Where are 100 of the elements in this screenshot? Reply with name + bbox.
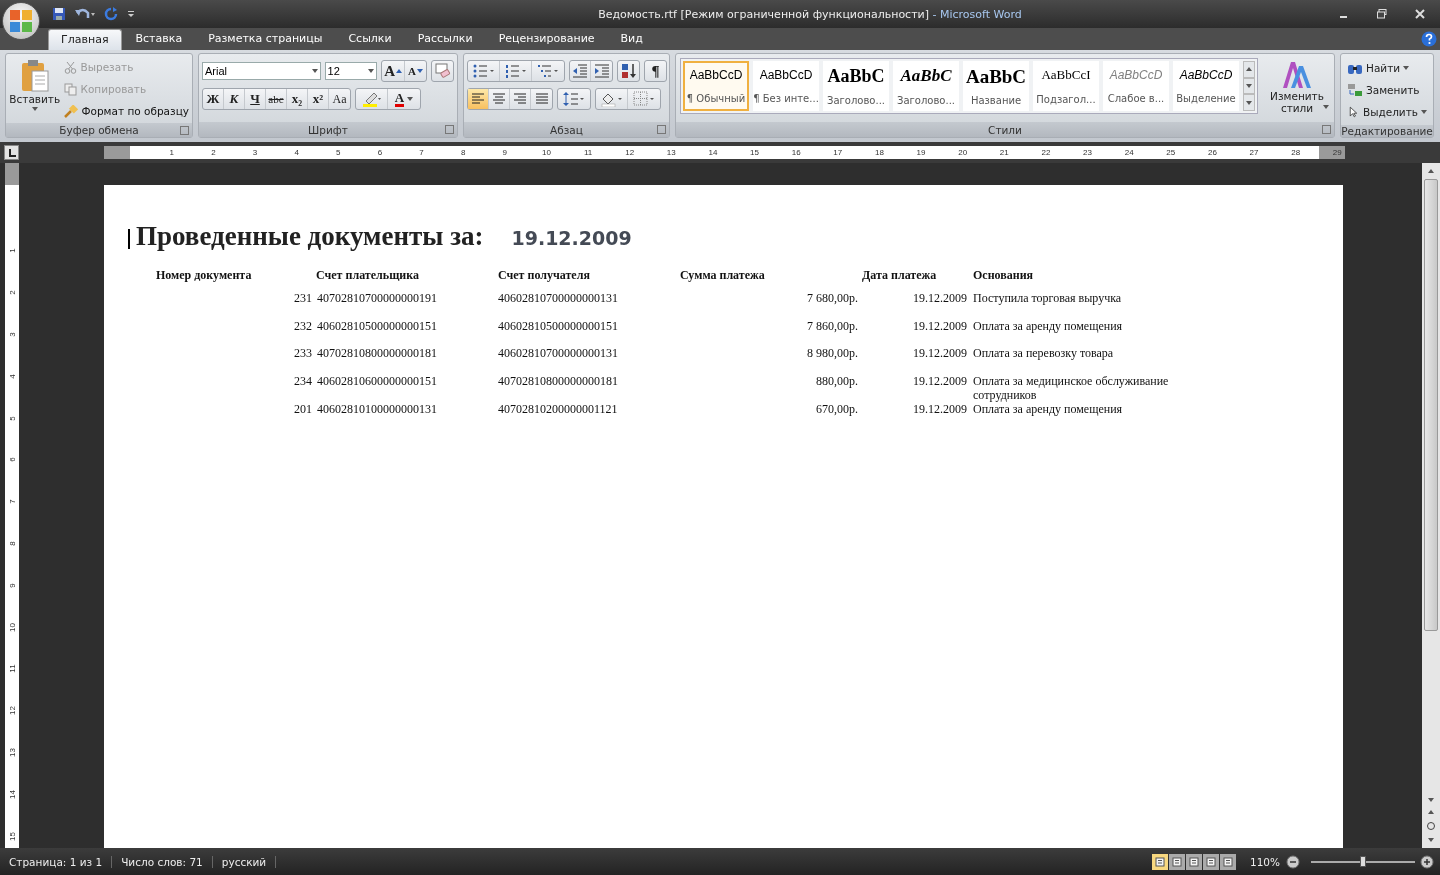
style-swatch[interactable]: AaBbCcI Подзагол... xyxy=(1033,61,1099,111)
dialog-launcher-icon[interactable] xyxy=(180,126,189,135)
style-swatch[interactable]: AaBbC Заголово... xyxy=(823,61,889,111)
table-cell-text: 40602810500000000151 xyxy=(498,318,619,335)
decrease-indent-button[interactable] xyxy=(570,61,591,81)
scroll-up-button[interactable] xyxy=(1243,61,1255,78)
close-icon[interactable] xyxy=(1414,8,1426,20)
view-mode-button[interactable] xyxy=(1168,853,1185,870)
style-swatch[interactable]: AaBbCcD ¶ Без инте... xyxy=(753,61,819,111)
word-count[interactable]: Число слов: 71 xyxy=(112,855,213,868)
redo-icon[interactable] xyxy=(104,7,118,21)
scroll-down-icon[interactable] xyxy=(1428,798,1434,802)
table-cell-text: 19.12.2009 xyxy=(912,291,968,307)
change-styles-button[interactable]: Изменить стили xyxy=(1264,58,1330,118)
dialog-launcher-icon[interactable] xyxy=(657,125,666,134)
format-button[interactable]: К xyxy=(224,89,245,109)
format-button[interactable]: Ч xyxy=(245,89,266,109)
view-mode-button[interactable] xyxy=(1219,853,1236,870)
previous-page-icon[interactable] xyxy=(1428,810,1434,814)
ruler-number: 14 xyxy=(707,148,719,157)
tab-selector-button[interactable] xyxy=(4,145,19,160)
dialog-launcher-icon[interactable] xyxy=(445,125,454,134)
page-icon xyxy=(1222,856,1233,867)
style-swatch[interactable]: AaBbC Название xyxy=(963,61,1029,111)
vertical-ruler[interactable]: 1 2 3 4 5 6 7 8 9 10 11 12 13 14 15 xyxy=(5,163,19,848)
view-mode-button[interactable] xyxy=(1151,853,1168,870)
view-mode-button[interactable] xyxy=(1202,853,1219,870)
scroll-thumb[interactable] xyxy=(1424,179,1438,631)
shrink-font-button[interactable]: A xyxy=(405,61,426,81)
dialog-launcher-icon[interactable] xyxy=(1322,125,1331,134)
style-swatch[interactable]: AaBbCcD Выделение xyxy=(1173,61,1239,111)
ruler-number: 10 xyxy=(541,148,552,157)
ribbon-tab[interactable]: Вид xyxy=(608,29,655,50)
ribbon-tab[interactable]: Ссылки xyxy=(336,29,404,50)
replace-button[interactable]: Заменить xyxy=(1347,80,1427,99)
save-icon[interactable] xyxy=(52,7,66,21)
table-cell-text: 880,00р. xyxy=(815,373,859,390)
caret-icon xyxy=(1246,84,1252,88)
table-cell-text: 40702810800000000181 xyxy=(316,346,438,362)
language-indicator[interactable]: русский xyxy=(212,855,277,868)
ruler-number: 25 xyxy=(1165,148,1177,157)
style-swatch[interactable]: AaBbCcD ¶ Обычный xyxy=(683,61,749,111)
show-marks-button[interactable]: ¶ xyxy=(645,61,666,81)
ribbon-tab[interactable]: Вставка xyxy=(123,29,195,50)
more-styles-button[interactable] xyxy=(1243,94,1255,111)
align-button[interactable] xyxy=(468,89,489,109)
bulleted-list-icon xyxy=(472,64,495,78)
ribbon-tab[interactable]: Рассылки xyxy=(405,29,485,50)
format-button[interactable]: x₂ xyxy=(287,89,308,109)
maximize-icon[interactable] xyxy=(1376,8,1388,20)
grow-font-button[interactable]: A xyxy=(382,61,405,81)
zoom-level[interactable]: 110% xyxy=(1249,855,1280,868)
find-button[interactable]: Найти xyxy=(1347,58,1427,77)
zoom-out-icon[interactable] xyxy=(1286,854,1300,869)
format-button[interactable]: abc xyxy=(266,89,287,109)
table-cell-text: 40602810700000000131 xyxy=(498,291,619,307)
horizontal-ruler[interactable]: 1 2 3 4 5 6 7 8 9 10 11 12 13 14 15 16 17 18 19 20 21 22 23 24 25 26 27 28 29 xyxy=(104,146,1345,159)
view-mode-button[interactable] xyxy=(1185,853,1202,870)
page-icon xyxy=(1205,856,1216,867)
table-cell-text: 232 xyxy=(293,318,313,335)
help-icon[interactable] xyxy=(1421,31,1437,47)
ruler-number: 16 xyxy=(790,148,802,157)
font-color-button[interactable]: A xyxy=(388,89,420,109)
font-family-field[interactable]: Arial xyxy=(202,62,321,80)
undo-icon[interactable] xyxy=(74,7,96,21)
paste-button[interactable]: Вставить xyxy=(9,57,61,120)
format-button[interactable]: Ж xyxy=(203,89,224,109)
ruler-number: 6 xyxy=(7,457,17,463)
format-button[interactable]: Aa xyxy=(329,89,350,109)
text-cursor xyxy=(128,228,130,249)
customize-caret-icon[interactable] xyxy=(126,9,136,19)
table-cell-text: Оплата за аренду помещения xyxy=(973,401,1124,418)
borders-icon xyxy=(633,91,655,107)
ribbon-tab[interactable]: Главная xyxy=(48,29,122,50)
table-cell-text: 7 860,00р. xyxy=(806,318,859,335)
ruler-number: 1 xyxy=(168,148,176,157)
table-cell-text: Оплата за медицинское обслуживание сотрудников xyxy=(973,373,1170,402)
vertical-scrollbar[interactable] xyxy=(1422,163,1440,848)
table-cell-text: 19.12.2009 xyxy=(912,401,968,418)
style-swatch[interactable]: AaBbCcD Слабое в... xyxy=(1103,61,1169,111)
format-button[interactable]: x² xyxy=(308,89,329,109)
scroll-up-icon[interactable] xyxy=(1428,169,1434,173)
caret-icon xyxy=(311,69,318,73)
select-button[interactable]: Выделить xyxy=(1347,102,1427,121)
zoom-in-icon[interactable] xyxy=(1420,854,1434,869)
ruler-number: 18 xyxy=(874,148,885,157)
page-count[interactable]: Страница: 1 из 1 xyxy=(0,855,113,868)
column-header: Счет получателя xyxy=(498,268,591,284)
ribbon-tab[interactable]: Разметка страницы xyxy=(196,29,335,50)
style-swatch[interactable]: AaBbC Заголово... xyxy=(893,61,959,111)
brush-icon xyxy=(64,104,79,118)
ribbon-tab[interactable]: Рецензирование xyxy=(486,29,607,50)
zoom-slider-thumb[interactable] xyxy=(1360,855,1366,867)
clipboard-command[interactable]: Формат по образцу xyxy=(64,102,189,120)
ruler-number: 26 xyxy=(1207,148,1218,157)
clear-formatting-button[interactable] xyxy=(432,61,453,81)
font-size-field[interactable]: 12 xyxy=(324,62,378,80)
next-page-icon[interactable] xyxy=(1428,838,1434,842)
table-cell-text: Поступила торговая выручка xyxy=(973,291,1123,307)
ruler-number: 27 xyxy=(1248,148,1260,157)
